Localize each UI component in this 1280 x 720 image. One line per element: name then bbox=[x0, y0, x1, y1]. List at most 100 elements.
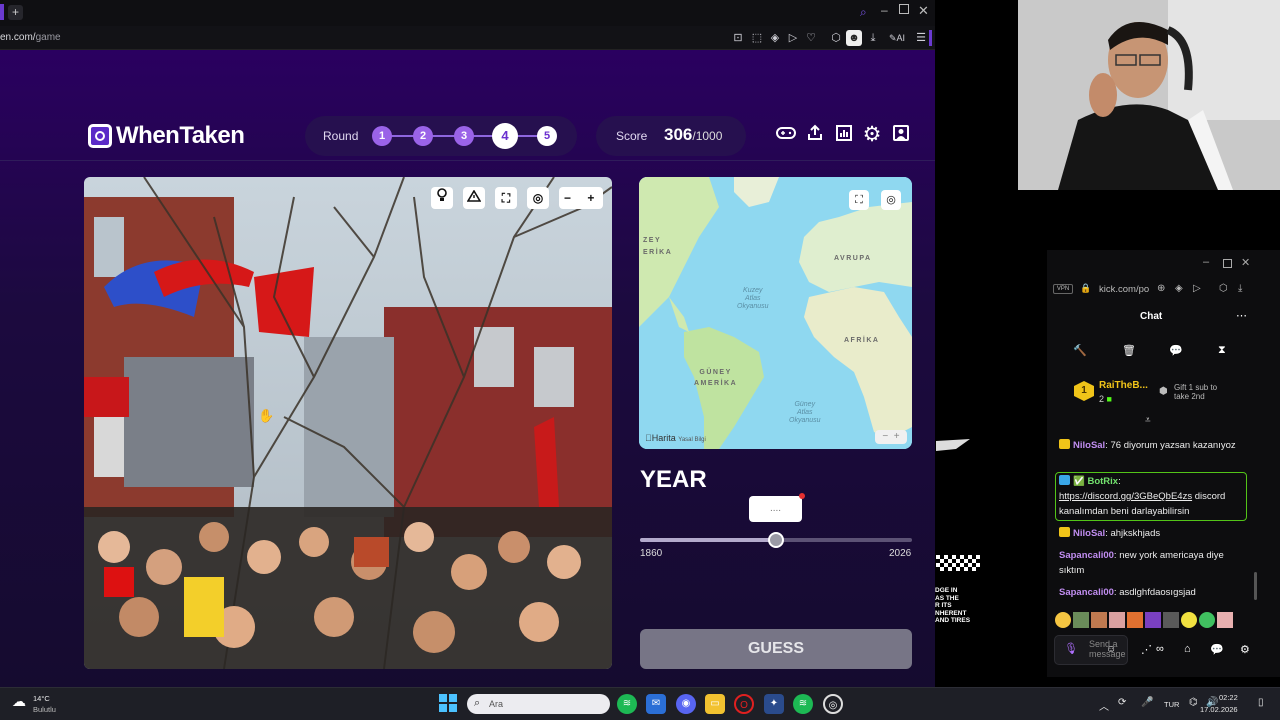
report-icon[interactable] bbox=[463, 187, 485, 209]
zoom-in-icon[interactable]: + bbox=[587, 191, 594, 205]
bookmark-icon[interactable]: ⊡ bbox=[730, 30, 746, 46]
spotify-app-icon[interactable]: ≋ bbox=[617, 694, 637, 714]
share-icon[interactable] bbox=[804, 124, 826, 146]
zoom-out-icon[interactable]: − bbox=[564, 191, 571, 205]
windows-taskbar bbox=[0, 687, 1280, 720]
language-indicator[interactable]: TUR bbox=[1164, 700, 1179, 709]
menu-icon[interactable]: ☰ bbox=[913, 30, 929, 46]
taskbar-search[interactable]: Ara bbox=[467, 694, 610, 714]
emote-icon[interactable] bbox=[1199, 612, 1215, 628]
vpn-badge[interactable]: VPN bbox=[1053, 284, 1073, 294]
notifications-icon[interactable]: ▯ bbox=[1258, 697, 1264, 708]
chat-download-icon[interactable]: ⤓ bbox=[1238, 283, 1242, 294]
chat-settings-icon[interactable]: ⚙ bbox=[1240, 643, 1250, 656]
fullscreen-icon[interactable]: ⛶ bbox=[495, 187, 517, 209]
download-icon[interactable]: ⤓ bbox=[865, 30, 881, 46]
chat-bubble-icon[interactable]: 💬 bbox=[1169, 344, 1183, 357]
steam-app-icon[interactable]: ✦ bbox=[764, 694, 784, 714]
chat-minimize-button[interactable]: – bbox=[1203, 256, 1209, 268]
search-tabs-icon[interactable]: ⌕ bbox=[860, 5, 867, 20]
chat-send-bubble-icon[interactable]: 💬 bbox=[1210, 643, 1224, 656]
opera-browser-icon[interactable]: O bbox=[734, 694, 754, 714]
spotify-app-icon-2[interactable]: ≋ bbox=[793, 694, 813, 714]
tray-expand-icon[interactable]: ︿ bbox=[1099, 698, 1109, 713]
network-icon[interactable]: ⌬ bbox=[1189, 697, 1198, 708]
emote-icon[interactable] bbox=[1073, 612, 1089, 628]
bot-badge-icon bbox=[1059, 475, 1070, 485]
world-map[interactable]: ZEY ERİKA AVRUPA AFRİKA GÜNEY AMERİKA Ku… bbox=[639, 177, 912, 449]
emote-picker-icon[interactable]: ☺ bbox=[1106, 644, 1116, 655]
weather-temp[interactable]: 14°C bbox=[33, 694, 50, 703]
extensions-icon[interactable]: ⬡ bbox=[828, 30, 844, 46]
focus-icon[interactable]: ◎ bbox=[527, 187, 549, 209]
chat-more-icon[interactable]: ⋯ bbox=[1236, 309, 1247, 322]
start-windows-icon[interactable] bbox=[439, 694, 457, 712]
map-attribution[interactable]: Harita Yasal Bilgi bbox=[645, 433, 706, 443]
file-explorer-icon[interactable]: ▭ bbox=[705, 694, 725, 714]
trash-icon[interactable]: 🗑 bbox=[1122, 344, 1136, 357]
map-fullscreen-icon[interactable]: ⛶ bbox=[849, 190, 869, 210]
weather-cloud-icon[interactable]: ☁ bbox=[12, 693, 26, 710]
chat-shield-icon[interactable]: ◈ bbox=[1175, 283, 1183, 294]
chat-close-button[interactable]: ✕ bbox=[1241, 256, 1250, 269]
chat-message: ✅ BotRix: https://discord.gg/3GBeQbE4zs … bbox=[1059, 475, 1226, 517]
new-tab-button[interactable]: + bbox=[8, 5, 23, 20]
gamepad-icon[interactable] bbox=[775, 124, 797, 146]
brand-logo-text[interactable]: WhenTaken bbox=[116, 122, 245, 150]
emote-icon[interactable] bbox=[1055, 612, 1071, 628]
map-zoom-controls[interactable]: − + bbox=[875, 430, 907, 444]
discord-link[interactable]: https://discord.gg/3GBeQbE4zs bbox=[1059, 491, 1192, 502]
chat-zoom-icon[interactable]: ⊕ bbox=[1157, 283, 1165, 294]
microphone-icon[interactable]: 🎙 bbox=[1064, 642, 1078, 655]
hint-icon[interactable] bbox=[431, 187, 453, 209]
play-icon[interactable]: ▷ bbox=[785, 30, 801, 46]
channel-points-icon[interactable]: ⋰ bbox=[1141, 643, 1152, 656]
slow-mode-hourglass-icon[interactable]: ⧗ bbox=[1218, 344, 1226, 357]
screenshot-icon[interactable]: ⬚ bbox=[749, 30, 765, 46]
map-focus-icon[interactable]: ◎ bbox=[881, 190, 901, 210]
clock-date[interactable]: 17.02.2026 bbox=[1200, 705, 1238, 714]
heart-icon[interactable]: ♡ bbox=[803, 30, 819, 46]
emote-icon[interactable] bbox=[1109, 612, 1125, 628]
store-icon[interactable]: ⌂ bbox=[1184, 643, 1191, 655]
emote-icon[interactable] bbox=[1181, 612, 1197, 628]
moderation-hammer-icon[interactable]: 🔨 bbox=[1073, 344, 1087, 357]
chat-extensions-icon[interactable]: ⬡ bbox=[1219, 283, 1228, 294]
chat-message: Sapancali00: asdlghfdaosıgsjad bbox=[1059, 587, 1196, 598]
url-text[interactable]: en.com/game bbox=[0, 32, 61, 43]
emote-icon[interactable] bbox=[1163, 612, 1179, 628]
tray-sync-icon[interactable]: ⟳ bbox=[1118, 697, 1126, 708]
emote-icon[interactable] bbox=[1217, 612, 1233, 628]
settings-icon[interactable]: ⚙ bbox=[861, 124, 883, 146]
emote-icon[interactable] bbox=[1145, 612, 1161, 628]
maximize-button[interactable] bbox=[899, 4, 909, 14]
chat-scrollbar[interactable] bbox=[1254, 572, 1257, 600]
chat-play-icon[interactable]: ▷ bbox=[1193, 283, 1201, 294]
profile-avatar-icon[interactable]: ☻ bbox=[846, 30, 862, 46]
emote-icon[interactable] bbox=[1091, 612, 1107, 628]
chat-maximize-button[interactable] bbox=[1223, 259, 1232, 268]
chat-url[interactable]: kick.com/po bbox=[1099, 284, 1149, 295]
emote-icon[interactable] bbox=[1127, 612, 1143, 628]
score-label: Score bbox=[616, 129, 648, 143]
year-value-display: .... bbox=[749, 496, 802, 522]
profile-icon[interactable] bbox=[890, 124, 912, 146]
top-gifter-name[interactable]: RaiTheB... bbox=[1099, 380, 1148, 391]
tray-mic-icon[interactable]: 🎤 bbox=[1141, 697, 1153, 708]
minimize-button[interactable]: – bbox=[881, 3, 888, 17]
collapse-icon[interactable]: ⩡ bbox=[1145, 415, 1151, 426]
discord-app-icon[interactable]: ◉ bbox=[676, 694, 696, 714]
guess-button[interactable]: GUESS bbox=[640, 629, 912, 669]
mail-app-icon[interactable]: ✉ bbox=[646, 694, 666, 714]
map-label-south-atlantic: Güney Atlas Okyanusu bbox=[789, 401, 821, 424]
close-window-button[interactable]: ✕ bbox=[918, 3, 929, 19]
stats-icon[interactable] bbox=[833, 124, 855, 146]
ai-button[interactable]: ✎AI bbox=[886, 30, 908, 46]
clock-time[interactable]: 02:22 bbox=[1219, 693, 1238, 702]
obs-app-icon[interactable]: ◎ bbox=[823, 694, 843, 714]
infinity-icon[interactable]: ∞ bbox=[1156, 643, 1164, 655]
year-slider-thumb[interactable] bbox=[768, 532, 784, 548]
gift-sub-prompt[interactable]: Gift 1 sub to take 2nd bbox=[1174, 383, 1217, 401]
shield-icon[interactable]: ◈ bbox=[767, 30, 783, 46]
game-photo[interactable] bbox=[84, 177, 612, 669]
